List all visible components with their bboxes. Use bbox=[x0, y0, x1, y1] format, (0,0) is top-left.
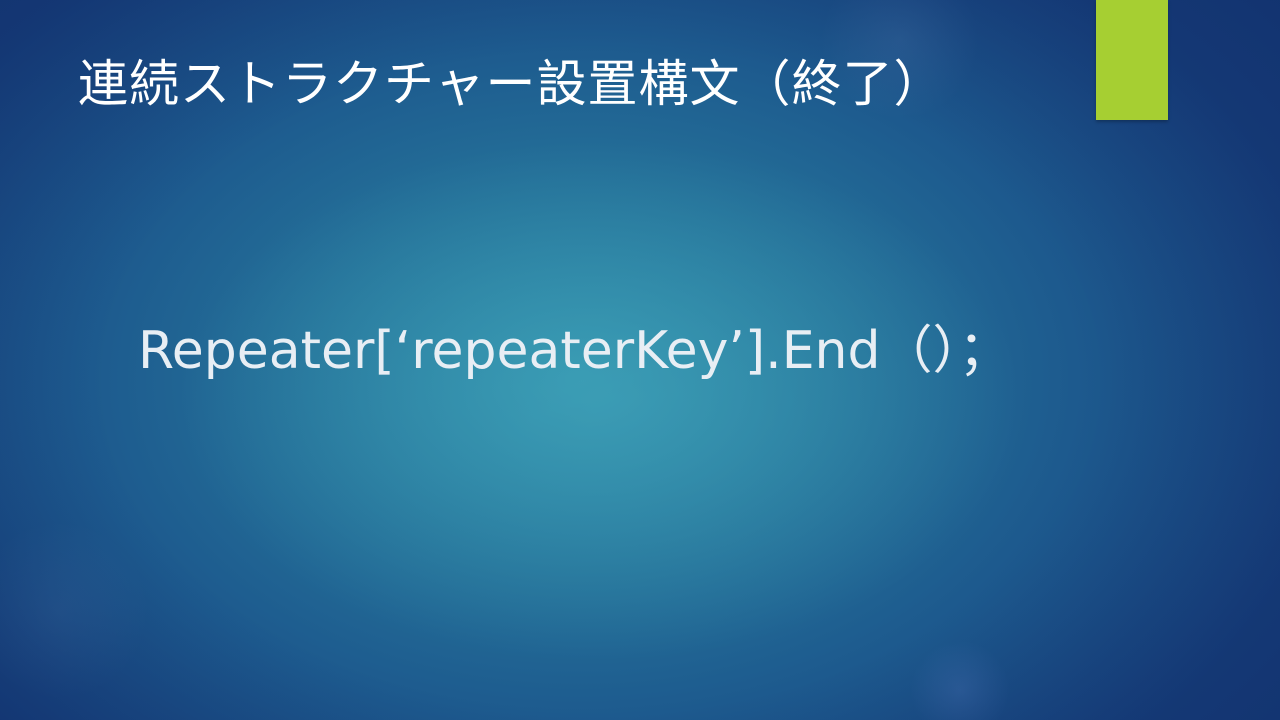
slide-title: 連続ストラクチャー設置構文（終了） bbox=[78, 55, 945, 113]
accent-bar bbox=[1096, 0, 1168, 120]
bokeh-light bbox=[910, 640, 1010, 720]
bokeh-light bbox=[0, 520, 150, 700]
code-statement: Repeater[‘repeaterKey’].End（）； bbox=[138, 321, 1011, 381]
slide: 連続ストラクチャー設置構文（終了） Repeater[‘repeaterKey’… bbox=[0, 0, 1280, 720]
